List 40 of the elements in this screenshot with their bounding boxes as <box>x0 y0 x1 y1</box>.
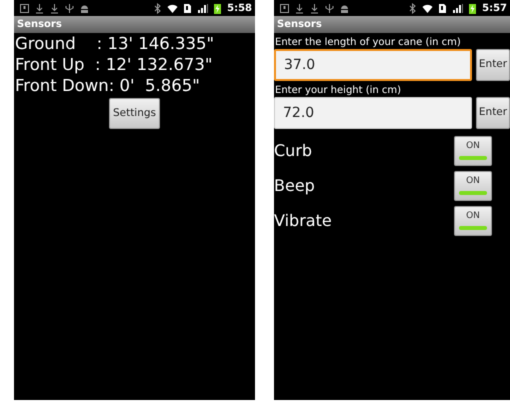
toggle-label: Vibrate <box>274 210 332 232</box>
toggle-label: Beep <box>274 174 315 196</box>
sd-card-icon <box>19 2 30 14</box>
title-bar: Sensors <box>14 16 255 33</box>
battery-icon <box>467 2 478 14</box>
sd-card-icon <box>279 2 290 14</box>
download-icon <box>294 2 305 14</box>
usb-icon <box>64 2 75 14</box>
toggle-label: Curb <box>274 140 312 162</box>
bluetooth-icon <box>407 2 418 14</box>
sim-icon <box>182 2 194 14</box>
toggle-button[interactable]: ON <box>454 136 492 166</box>
sensor-reading: Ground : 13' 146.335" <box>14 33 216 54</box>
usb-icon <box>324 2 335 14</box>
bluetooth-icon <box>152 2 164 14</box>
sensor-reading: Front Down: 0' 5.865" <box>14 75 201 96</box>
download-icon <box>34 2 45 14</box>
signal-icon <box>197 2 208 14</box>
input-field[interactable]: 72.0 <box>274 97 472 129</box>
wifi-icon <box>422 2 434 14</box>
sim-icon <box>437 2 448 14</box>
battery-icon <box>212 2 224 14</box>
wifi-icon <box>167 2 178 14</box>
android-icon <box>339 2 350 14</box>
settings-button[interactable]: Settings <box>108 98 160 129</box>
title-bar: Sensors <box>274 16 510 33</box>
sensor-reading: Front Up : 12' 132.673" <box>14 54 214 75</box>
clock: 5:57 <box>482 2 507 16</box>
android-icon <box>79 2 90 14</box>
input-field[interactable]: 37.0 <box>274 49 472 81</box>
field-label: Enter the length of your cane (in cm) <box>274 37 462 49</box>
clock: 5:58 <box>227 2 252 16</box>
enter-button[interactable]: Enter <box>476 97 510 129</box>
signal-icon <box>452 2 464 14</box>
download-icon <box>309 2 320 14</box>
field-label: Enter your height (in cm) <box>274 85 402 97</box>
toggle-button[interactable]: ON <box>454 170 492 200</box>
toggle-button[interactable]: ON <box>454 206 492 236</box>
download-icon <box>49 2 60 14</box>
enter-button[interactable]: Enter <box>476 49 510 81</box>
